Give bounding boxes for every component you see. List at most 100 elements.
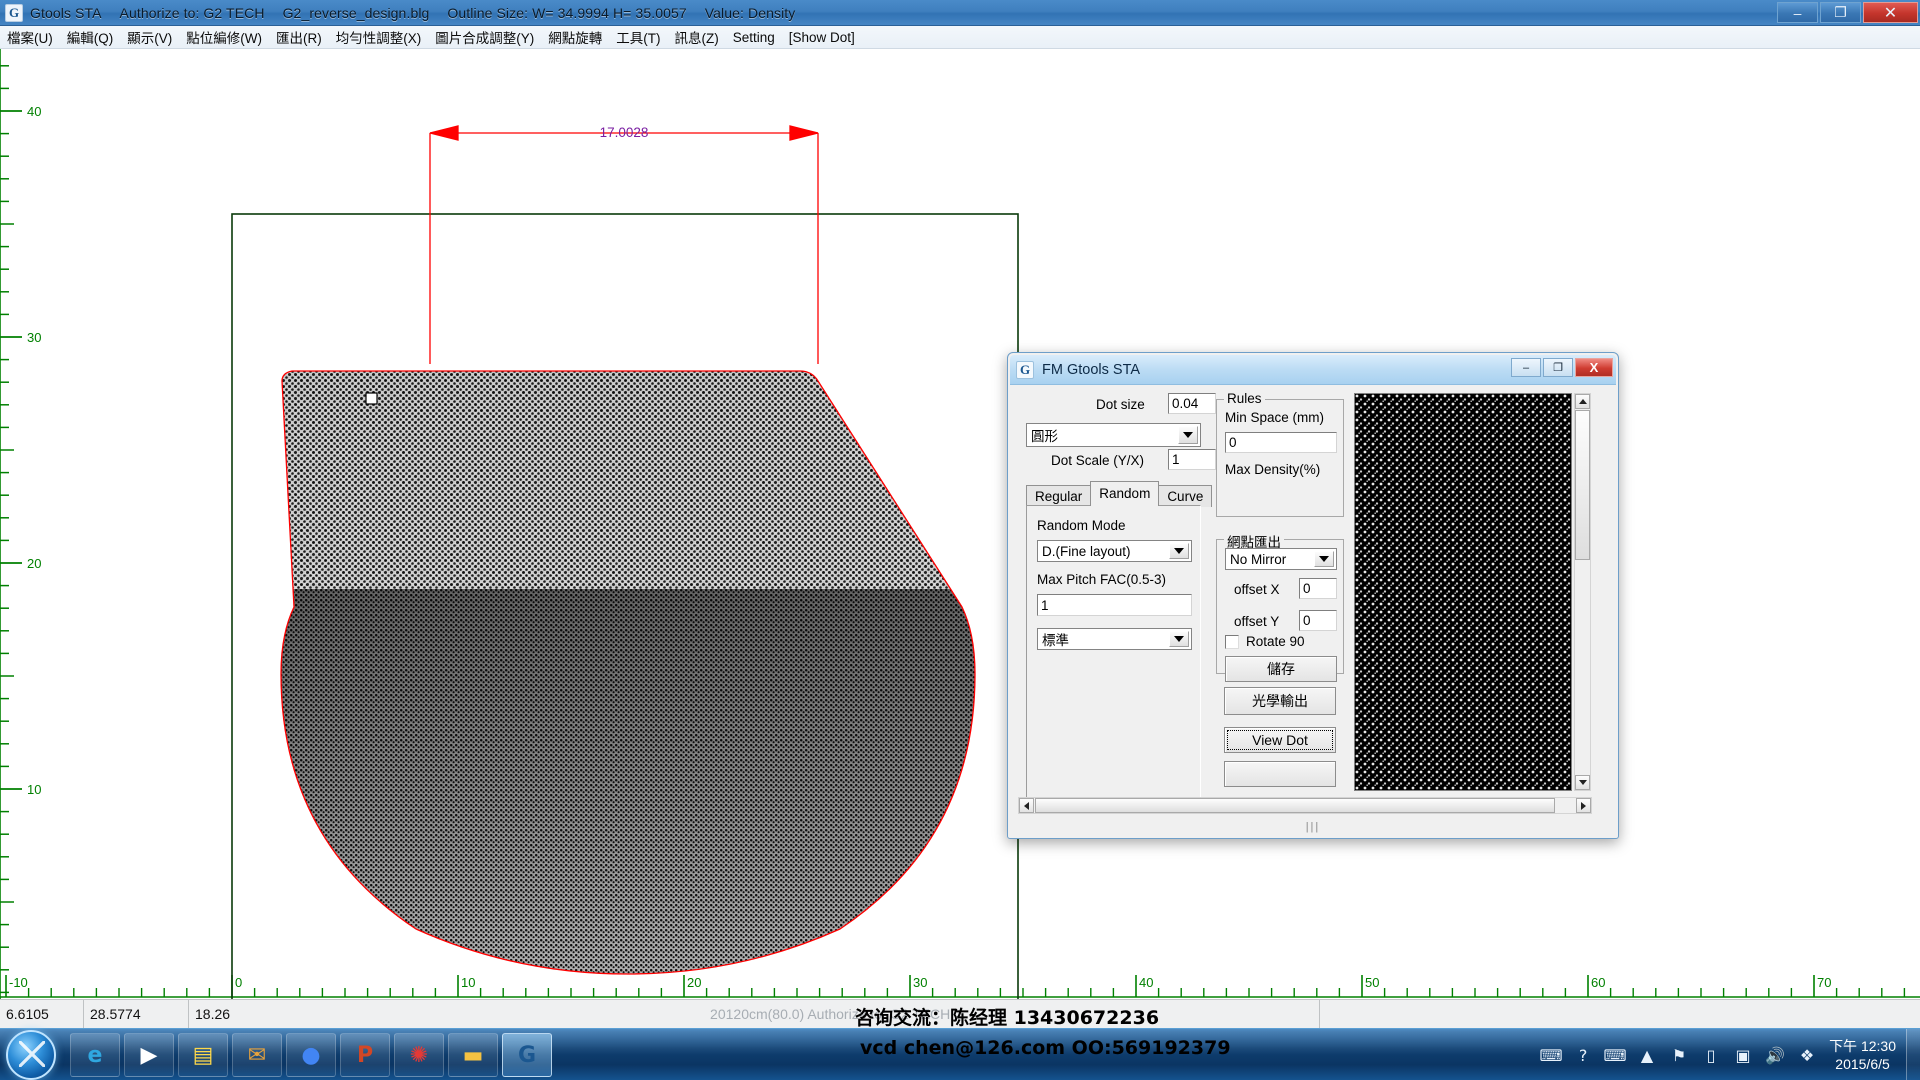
scroll-up-arrow-icon[interactable]: [1575, 394, 1590, 409]
dialog-title-text: FM Gtools STA: [1042, 361, 1141, 378]
start-button[interactable]: [6, 1030, 56, 1080]
menu-item-10[interactable]: Setting: [726, 28, 782, 47]
dot-size-input[interactable]: 0.04: [1168, 393, 1216, 414]
dialog-hscroll-thumb[interactable]: [1035, 798, 1555, 813]
dialog-close-button[interactable]: X: [1575, 358, 1613, 377]
titlebar-value: Value: Density: [704, 4, 796, 21]
preview-vscroll-thumb[interactable]: [1575, 410, 1590, 560]
dialog-hscrollbar[interactable]: [1018, 797, 1592, 814]
action-center-flag-icon[interactable]: ⚑: [1666, 1040, 1692, 1070]
taskbar-clock[interactable]: 下午 12:30 2015/6/5: [1829, 1037, 1896, 1073]
taskbar-items: e ▶ ▤ ✉ ● P ✺ ▬ G: [70, 1033, 556, 1077]
taskbar-item-sticky-notes[interactable]: ▤: [178, 1033, 228, 1077]
max-pitch-input[interactable]: 1: [1037, 594, 1192, 616]
dot-scale-input[interactable]: 1: [1168, 449, 1216, 470]
network-icon[interactable]: ▣: [1730, 1040, 1756, 1070]
quality-combo[interactable]: 標準: [1037, 628, 1192, 650]
minimize-button[interactable]: –: [1777, 2, 1818, 23]
dot-preview-pane[interactable]: [1354, 393, 1572, 791]
tab-regular[interactable]: Regular: [1026, 485, 1092, 507]
mail-client-icon: ✉: [247, 1042, 267, 1068]
dialog-maximize-button[interactable]: ❐: [1543, 358, 1573, 377]
taskbar-item-powerpoint[interactable]: P: [340, 1033, 390, 1077]
window-controls: – ❐ ✕: [1775, 2, 1918, 23]
chevron-down-icon[interactable]: [1169, 543, 1189, 559]
drawing-canvas[interactable]: 40 30 20 10 -10 0 10 20 30 40 50 60 70 1…: [0, 49, 1920, 999]
media-player-icon: ▶: [140, 1042, 158, 1068]
show-hidden-icons[interactable]: ▲: [1634, 1040, 1660, 1070]
taskbar-item-gtools-sta[interactable]: G: [502, 1033, 552, 1077]
show-desktop-button[interactable]: [1906, 1029, 1920, 1080]
scroll-right-arrow-icon[interactable]: [1576, 798, 1591, 813]
dialog-minimize-button[interactable]: –: [1511, 358, 1541, 377]
maximize-button[interactable]: ❐: [1820, 2, 1861, 23]
help-icon[interactable]: ?: [1570, 1040, 1596, 1070]
dialog-body: Dot size 0.04 圓形 Dot Scale (Y/X) 1 Regul…: [1018, 389, 1608, 814]
battery-icon[interactable]: ▯: [1698, 1040, 1724, 1070]
svg-text:20: 20: [27, 556, 41, 571]
taskbar-item-mail-client[interactable]: ✉: [232, 1033, 282, 1077]
close-button[interactable]: ✕: [1863, 2, 1918, 23]
menu-item-5[interactable]: 均勻性調整(X): [329, 25, 429, 49]
menu-item-0[interactable]: 檔案(U): [0, 25, 60, 49]
puzzle-app-icon: ✺: [409, 1042, 429, 1068]
optical-output-button[interactable]: 光學輸出: [1224, 687, 1336, 715]
menu-item-7[interactable]: 網點旋轉: [541, 25, 609, 49]
window-titlebar: G Gtools STA Authorize to: G2 TECH G2_reve…: [0, 0, 1920, 26]
offset-y-label: offset Y: [1234, 614, 1280, 629]
checkbox-box[interactable]: [1225, 634, 1239, 649]
mirror-combo[interactable]: No Mirror: [1225, 548, 1337, 570]
status-spacer: [1320, 1000, 1920, 1029]
menu-item-11[interactable]: [Show Dot]: [782, 28, 862, 47]
menu-item-1[interactable]: 編輯(Q): [60, 25, 121, 49]
random-mode-combo[interactable]: D.(Fine layout): [1037, 540, 1192, 562]
tab-curve[interactable]: Curve: [1158, 485, 1213, 507]
extra-button[interactable]: [1224, 761, 1336, 787]
offset-x-input[interactable]: 0: [1299, 578, 1337, 599]
system-tray: ⌨? ⌨ ▲ ⚑ ▯ ▣ 🔊 ❖ 下午 12:30 2015/6/5: [1535, 1029, 1920, 1080]
menu-item-9[interactable]: 訊息(Z): [667, 25, 725, 49]
volume-icon[interactable]: 🔊: [1762, 1040, 1788, 1070]
app-logo-icon: G: [5, 3, 23, 22]
rotate-90-checkbox[interactable]: Rotate 90: [1225, 634, 1305, 649]
menu-item-2[interactable]: 顯示(V): [120, 25, 179, 49]
keyboard-icon[interactable]: ⌨: [1538, 1040, 1564, 1070]
dropbox-icon[interactable]: ❖: [1794, 1040, 1820, 1070]
taskbar-item-internet-explorer[interactable]: e: [70, 1033, 120, 1077]
dot-shape-combo[interactable]: 圓形: [1026, 423, 1201, 447]
view-dot-button[interactable]: View Dot: [1224, 727, 1336, 753]
taskbar-item-folder-explorer[interactable]: ▬: [448, 1033, 498, 1077]
taskbar-item-google-chrome[interactable]: ●: [286, 1033, 336, 1077]
fm-gtools-dialog[interactable]: G FM Gtools STA – ❐ X Dot size 0.04 圓形 D…: [1007, 352, 1619, 839]
svg-text:40: 40: [1139, 975, 1153, 990]
chevron-down-icon[interactable]: [1169, 631, 1189, 647]
offset-y-input[interactable]: 0: [1299, 610, 1337, 631]
menu-item-3[interactable]: 點位編修(W): [179, 25, 269, 49]
chevron-down-icon[interactable]: [1178, 426, 1198, 444]
dialog-resize-grip[interactable]: |||: [1010, 818, 1616, 836]
menubar: 檔案(U) 編輯(Q) 顯示(V) 點位編修(W) 匯出(R) 均勻性調整(X) 圖片合成調…: [0, 26, 1920, 49]
scroll-left-arrow-icon[interactable]: [1019, 798, 1034, 813]
dialog-window-controls: – ❐ X: [1509, 358, 1613, 377]
titlebar-text: Gtools STA Authorize to: G2 TECH G2_revers…: [30, 5, 813, 21]
titlebar-outline-size: Outline Size: W= 34.9994 H= 35.0057: [447, 4, 687, 21]
mirror-combo-value: No Mirror: [1230, 551, 1287, 567]
min-space-input[interactable]: 0: [1225, 432, 1337, 453]
ime-icon[interactable]: ⌨: [1602, 1040, 1628, 1070]
chevron-down-icon[interactable]: [1314, 551, 1334, 567]
min-space-label: Min Space (mm): [1225, 410, 1325, 425]
clock-time: 下午 12:30: [1829, 1038, 1896, 1054]
save-button[interactable]: 儲存: [1225, 656, 1337, 682]
canvas-graphics: 40302010 -10 0 10 20 30 40 50 60 70 17.0…: [0, 49, 1920, 999]
scroll-down-arrow-icon[interactable]: [1575, 775, 1590, 790]
preview-vscrollbar[interactable]: [1574, 393, 1591, 791]
svg-text:50: 50: [1365, 975, 1379, 990]
taskbar-item-media-player[interactable]: ▶: [124, 1033, 174, 1077]
menu-item-4[interactable]: 匯出(R): [269, 25, 329, 49]
taskbar-item-puzzle-app[interactable]: ✺: [394, 1033, 444, 1077]
app-root: G Gtools STA Authorize to: G2 TECH G2_reve…: [0, 0, 1920, 1080]
menu-item-6[interactable]: 圖片合成調整(Y): [428, 25, 541, 49]
tab-random[interactable]: Random: [1090, 481, 1160, 506]
menu-item-8[interactable]: 工具(T): [609, 25, 667, 49]
titlebar-app-name: Gtools STA: [30, 4, 102, 21]
